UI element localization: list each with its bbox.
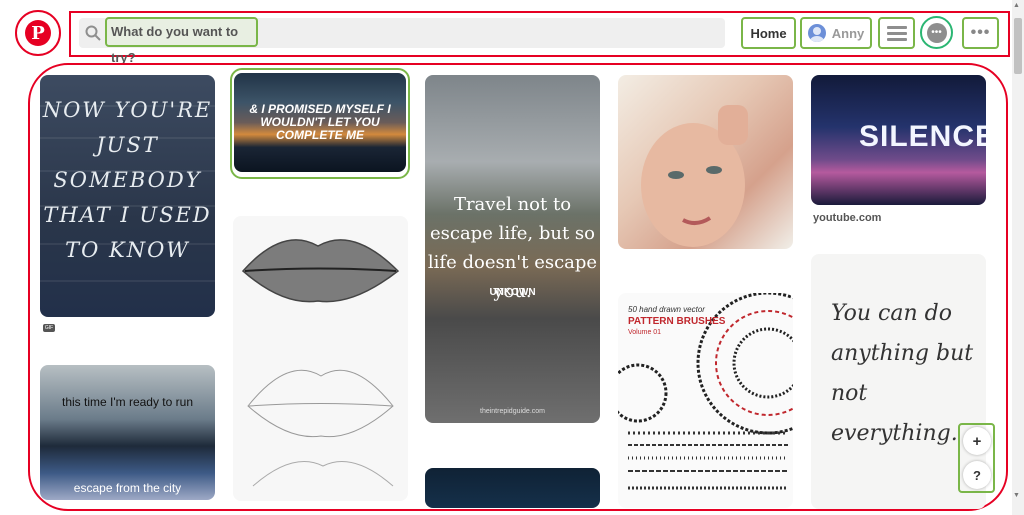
pin-card[interactable]: Travel not to escape life, but so life d… — [425, 75, 600, 423]
pin-image-text: NOW YOU'RE JUST SOMEBODY THAT I USED TO … — [42, 98, 213, 262]
pin-card[interactable]: SILENCE — [811, 75, 986, 205]
pin-source-link[interactable]: youtube.com — [813, 212, 881, 224]
vertical-scrollbar[interactable] — [1012, 0, 1024, 515]
pin-image-author: UNKOWN — [489, 287, 536, 298]
messages-button[interactable]: ••• — [920, 16, 953, 49]
pinterest-logo-icon: P — [25, 20, 51, 46]
help-button[interactable]: ? — [963, 461, 991, 489]
chat-bubble-icon: ••• — [926, 22, 947, 43]
profile-name: Anny — [831, 25, 865, 41]
scrollbar-thumb[interactable] — [1014, 18, 1022, 74]
pin-image-text: this time I'm ready to run — [61, 395, 193, 409]
pin-card[interactable]: & I PROMISED MYSELF I WOULDN'T LET YOU C… — [234, 73, 406, 172]
menu-button[interactable] — [878, 17, 915, 49]
pin-image-source: theintrepidguide.com — [480, 408, 545, 415]
pin-image-text: escape from the city — [73, 481, 182, 495]
pin-card[interactable]: 50 hand drawn vector PATTERN BRUSHES Vol… — [618, 293, 793, 508]
scroll-up-arrow-icon[interactable]: ▲ — [1013, 2, 1020, 9]
pin-image-text: & I PROMISED MYSELF I WOULDN'T LET YOU C… — [249, 102, 391, 142]
pin-image-text: SILENCE — [859, 120, 986, 153]
profile-button[interactable]: Anny — [800, 17, 872, 49]
add-pin-button[interactable]: + — [963, 427, 991, 455]
search-icon — [85, 25, 101, 41]
hamburger-icon — [886, 26, 907, 41]
pin-card[interactable]: NOW YOU'RE JUST SOMEBODY THAT I USED TO … — [40, 75, 215, 317]
pin-image-text: Volume 01 — [628, 329, 662, 336]
home-button[interactable]: Home — [741, 17, 796, 49]
pin-card[interactable] — [425, 468, 600, 508]
gif-badge: GIF — [43, 324, 55, 332]
more-options-button[interactable]: ••• — [962, 17, 999, 49]
scroll-down-arrow-icon[interactable]: ▼ — [1013, 492, 1020, 499]
search-input[interactable]: What do you want to try? — [105, 17, 258, 65]
pin-card[interactable] — [618, 75, 793, 249]
pin-image-text: PATTERN BRUSHES — [628, 316, 726, 327]
pinterest-logo[interactable]: P — [15, 10, 61, 56]
selfie-image — [641, 105, 748, 247]
avatar — [807, 24, 826, 42]
lips-drawing-image — [241, 239, 400, 487]
pin-card[interactable]: this time I'm ready to run escape from t… — [40, 365, 215, 500]
pin-card[interactable] — [233, 216, 408, 501]
pin-image-text: 50 hand drawn vector — [628, 305, 705, 314]
